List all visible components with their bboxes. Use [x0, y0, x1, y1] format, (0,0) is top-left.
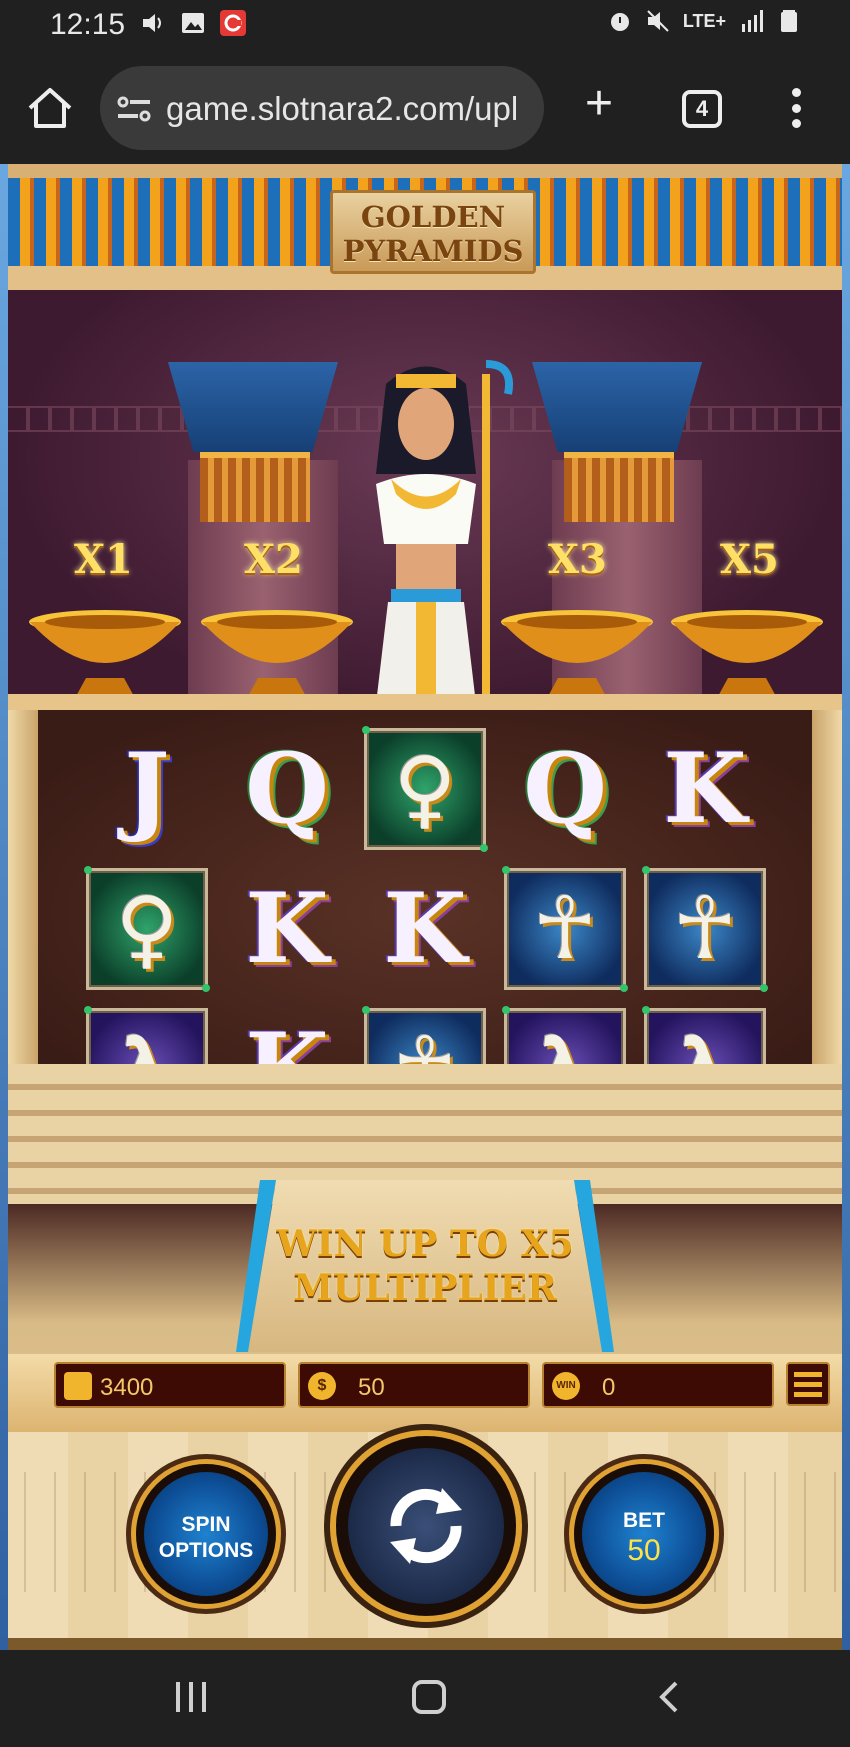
multiplier-x1: X1 — [74, 536, 133, 583]
symbol-k: K — [663, 732, 747, 845]
gold-bowl — [26, 608, 184, 704]
gold-bowl — [198, 608, 356, 704]
pillar-capital — [532, 362, 702, 452]
recent-apps-icon[interactable] — [176, 1682, 206, 1712]
cleopatra-character — [376, 360, 513, 704]
balance-display: 3400 — [54, 1362, 286, 1408]
home-icon[interactable] — [26, 86, 74, 130]
site-settings-icon[interactable] — [116, 94, 152, 124]
more-menu-icon[interactable] — [790, 88, 802, 128]
refresh-icon — [390, 1488, 462, 1564]
symbol-k: K — [383, 872, 467, 985]
symbol-j: J — [124, 732, 170, 845]
mute-icon — [647, 10, 669, 32]
paytable-menu-button[interactable] — [786, 1362, 830, 1406]
symbol-k: K — [245, 872, 329, 985]
symbol-q: Q — [245, 732, 329, 845]
win-icon: WIN — [552, 1372, 580, 1400]
volume-icon — [143, 14, 161, 32]
ankh-icon: ☥ — [672, 879, 738, 979]
promo-line1: WIN UP TO X5 — [276, 1223, 574, 1265]
multiplier-x2: X2 — [244, 536, 303, 583]
balance-value: 3400 — [100, 1374, 154, 1401]
multiplier-x3: X3 — [548, 536, 607, 583]
spin-options-button[interactable]: SPIN OPTIONS — [136, 1464, 276, 1604]
reel-cell: J — [86, 728, 208, 850]
reel-cell: K — [226, 868, 348, 990]
status-bar: 12:15 LTE+ — [0, 0, 850, 52]
reel-cell: Q — [504, 728, 626, 850]
pillar-capital — [168, 362, 338, 452]
battery-icon — [781, 10, 797, 32]
image-icon — [182, 13, 204, 33]
reel-cell: Q — [226, 728, 348, 850]
reel-cell: ☥ — [502, 866, 628, 992]
bet-display: $ 50 — [298, 1362, 530, 1408]
signal-icon — [742, 10, 763, 32]
reel-cell: ♀ — [84, 866, 210, 992]
home-nav-icon[interactable] — [412, 1680, 446, 1714]
app-c-icon — [220, 10, 246, 36]
bet-button[interactable]: BET 50 — [574, 1464, 714, 1604]
gold-bowl — [668, 608, 826, 704]
game-title-line2: PYRAMIDS — [342, 234, 524, 268]
reel-cell: ♀ — [362, 726, 488, 852]
win-display: WIN 0 — [542, 1362, 774, 1408]
spin-options-line1: SPIN — [181, 1513, 231, 1536]
promo-line2: MULTIPLIER — [293, 1267, 557, 1309]
alarm-icon — [610, 13, 629, 31]
keyhole-icon: ♀ — [393, 739, 457, 839]
reel-cell: K — [364, 868, 486, 990]
bet-value: 50 — [627, 1534, 661, 1567]
bet-label: BET — [623, 1509, 665, 1532]
browser-toolbar: game.slotnara2.com/upl + 4 — [0, 52, 850, 164]
bet-display-value: 50 — [358, 1374, 385, 1401]
multiplier-x5: X5 — [720, 536, 779, 583]
temple-frieze: GOLDEN PYRAMIDS — [8, 164, 842, 290]
coin-icon: $ — [308, 1372, 336, 1400]
wallet-icon — [64, 1372, 92, 1400]
symbol-q: Q — [523, 732, 607, 845]
ankh-icon: ☥ — [532, 879, 598, 979]
tab-switcher-button[interactable]: 4 — [682, 90, 722, 128]
system-nav-bar — [0, 1650, 850, 1747]
promo-text: WIN UP TO X5 MULTIPLIER — [270, 1222, 580, 1310]
status-time: 12:15 — [50, 8, 126, 41]
win-value: 0 — [602, 1374, 616, 1401]
address-bar[interactable]: game.slotnara2.com/upl — [100, 66, 544, 150]
reel-cell: K — [644, 728, 766, 850]
slot-game-canvas[interactable]: GOLDEN PYRAMIDS X1 X2 X3 X5 J Q ♀ Q K ♀ … — [0, 164, 850, 1650]
spin-options-line2: OPTIONS — [158, 1539, 254, 1562]
lte-icon: LTE+ — [682, 10, 726, 31]
game-logo: GOLDEN PYRAMIDS — [330, 190, 536, 274]
keyhole-icon: ♀ — [115, 879, 179, 979]
reel-cell: ☥ — [642, 866, 768, 992]
game-title-line1: GOLDEN — [360, 200, 506, 234]
new-tab-icon[interactable]: + — [578, 80, 620, 128]
url-text: game.slotnara2.com/upl — [166, 90, 519, 127]
spin-button[interactable] — [336, 1436, 516, 1616]
gold-bowl — [498, 608, 656, 704]
back-icon[interactable] — [654, 1680, 684, 1714]
